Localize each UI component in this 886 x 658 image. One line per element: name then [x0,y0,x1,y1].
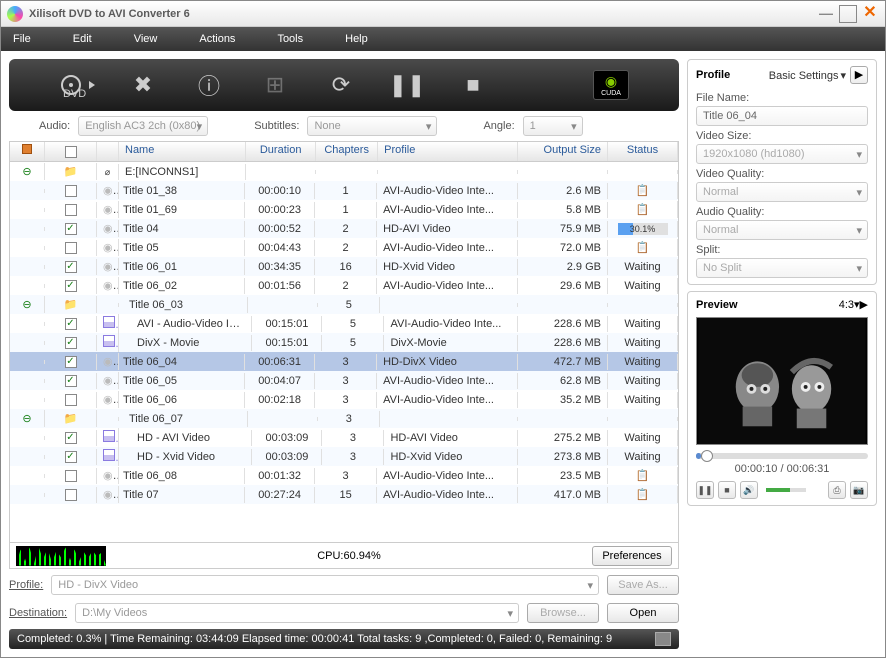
subtitles-select[interactable]: None [307,116,437,136]
preview-timeline[interactable] [696,453,868,459]
col-name[interactable]: Name [119,142,246,161]
cpu-label: CPU:60.94% [317,550,381,562]
preview-title: Preview [696,299,738,311]
svg-text:DVD: DVD [63,88,86,97]
profile-select[interactable]: HD - DivX Video [51,575,599,595]
info-button[interactable]: ⓘ [191,67,227,103]
menu-actions[interactable]: Actions [199,33,235,45]
table-row[interactable]: ✓AVI - Audio-Video Int...00:15:015AVI-Au… [10,314,678,333]
profile-panel: Profile Basic Settings ▶ File Name: Titl… [687,59,877,285]
menu-file[interactable]: File [13,33,31,45]
close-button[interactable]: ✕ [861,5,879,23]
table-row[interactable]: ⊖📁Title 06_073 [10,409,678,428]
table-row[interactable]: ✓◉Title 06_0200:01:562AVI-Audio-Video In… [10,276,678,295]
table-row[interactable]: ✓DivX - Movie00:15:015DivX-Movie228.6 MB… [10,333,678,352]
angle-select[interactable]: 1 [523,116,583,136]
videoquality-select[interactable]: Normal [696,182,868,202]
preview-play-button[interactable]: ❚❚ [696,481,714,499]
profile-label: Profile: [9,579,43,591]
status-text: Completed: 0.3% | Time Remaining: 03:44:… [17,633,612,645]
profile-panel-title: Profile [696,69,730,81]
table-row[interactable]: ✓◉Title 06_0500:04:073AVI-Audio-Video In… [10,371,678,390]
cuda-badge: CUDA [593,70,629,100]
aspect-ratio-toggle[interactable]: 4:3▾ [839,298,860,311]
preview-expand-button[interactable]: ▶ [860,298,868,311]
destination-input[interactable]: D:\My Videos [75,603,519,623]
filename-input[interactable]: Title 06_04 [696,106,868,126]
filename-label: File Name: [696,92,868,104]
table-row[interactable]: ✓◉Title 06_0400:06:313HD-DivX Video472.7… [10,352,678,371]
basic-settings-toggle[interactable]: Basic Settings [769,69,846,82]
videosize-label: Video Size: [696,130,868,142]
app-logo [7,6,23,22]
cpu-graph [16,546,106,566]
profile-expand-button[interactable]: ▶ [850,66,868,84]
preview-video[interactable] [696,317,868,445]
pause-button[interactable]: ❚❚ [389,67,425,103]
open-button[interactable]: Open [607,603,679,623]
videosize-select[interactable]: 1920x1080 (hd1080) [696,144,868,164]
minimize-button[interactable]: — [817,5,835,23]
videoquality-label: Video Quality: [696,168,868,180]
audio-select[interactable]: English AC3 2ch (0x80) [78,116,208,136]
table-header: Name Duration Chapters Profile Output Si… [10,142,678,162]
destination-label: Destination: [9,607,67,619]
col-chapters[interactable]: Chapters [316,142,378,161]
table-row[interactable]: ◉Title 0500:04:432AVI-Audio-Video Inte..… [10,238,678,257]
open-dvd-button[interactable]: DVD [59,67,95,103]
table-row[interactable]: ✓HD - AVI Video00:03:093HD-AVI Video275.… [10,428,678,447]
table-row[interactable]: ⊖📁⌀E:[INCONNS1] [10,162,678,181]
clip-button[interactable]: ⊞ [257,67,293,103]
table-row[interactable]: ◉Title 06_0800:01:323AVI-Audio-Video Int… [10,466,678,485]
maximize-button[interactable] [839,5,857,23]
status-icon[interactable] [655,632,671,646]
preview-panel: Preview 4:3▾ ▶ 00:00:10 / 00:06:31 ❚❚ ■ … [687,291,877,506]
table-row[interactable]: ✓◉Title 06_0100:34:3516HD-Xvid Video2.9 … [10,257,678,276]
table-row[interactable]: ◉Title 0700:27:2415AVI-Audio-Video Inte.… [10,485,678,504]
menu-help[interactable]: Help [345,33,368,45]
convert-button[interactable]: ⟳ [323,67,359,103]
browse-button[interactable]: Browse... [527,603,599,623]
stop-button[interactable]: ■ [455,67,491,103]
angle-label: Angle: [483,120,514,132]
table-row[interactable]: ◉Title 01_3800:00:101AVI-Audio-Video Int… [10,181,678,200]
audioquality-label: Audio Quality: [696,206,868,218]
table-row[interactable]: ⊖📁Title 06_035 [10,295,678,314]
split-select[interactable]: No Split [696,258,868,278]
table-row[interactable]: ✓HD - Xvid Video00:03:093HD-Xvid Video27… [10,447,678,466]
table-body[interactable]: ⊖📁⌀E:[INCONNS1]◉Title 01_3800:00:101AVI-… [10,162,678,542]
remove-button[interactable]: ✖ [125,67,161,103]
col-status[interactable]: Status [608,142,678,161]
preview-mute-button[interactable]: 🔊 [740,481,758,499]
table-row[interactable]: ◉Title 06_0600:02:183AVI-Audio-Video Int… [10,390,678,409]
subtitles-label: Subtitles: [254,120,299,132]
col-profile[interactable]: Profile [378,142,518,161]
main-toolbar: DVD ✖ ⓘ ⊞ ⟳ ❚❚ ■ CUDA [9,59,679,111]
menu-tools[interactable]: Tools [277,33,303,45]
select-all-checkbox[interactable] [65,146,77,158]
audioquality-select[interactable]: Normal [696,220,868,240]
preview-stop-button[interactable]: ■ [718,481,736,499]
preferences-button[interactable]: Preferences [592,546,672,566]
preview-camera-button[interactable]: 📷 [850,481,868,499]
table-row[interactable]: ◉Title 01_6900:00:231AVI-Audio-Video Int… [10,200,678,219]
preview-volume-slider[interactable] [766,488,806,492]
preview-snapshot-button[interactable]: ⎙ [828,481,846,499]
save-as-button[interactable]: Save As... [607,575,679,595]
col-output-size[interactable]: Output Size [518,142,608,161]
menu-edit[interactable]: Edit [73,33,92,45]
preview-timecode: 00:00:10 / 00:06:31 [696,463,868,475]
split-label: Split: [696,244,868,256]
col-duration[interactable]: Duration [246,142,316,161]
menu-view[interactable]: View [134,33,158,45]
audio-label: Audio: [39,120,70,132]
window-title: Xilisoft DVD to AVI Converter 6 [29,8,813,20]
table-row[interactable]: ✓◉Title 0400:00:522HD-AVI Video75.9 MB30… [10,219,678,238]
